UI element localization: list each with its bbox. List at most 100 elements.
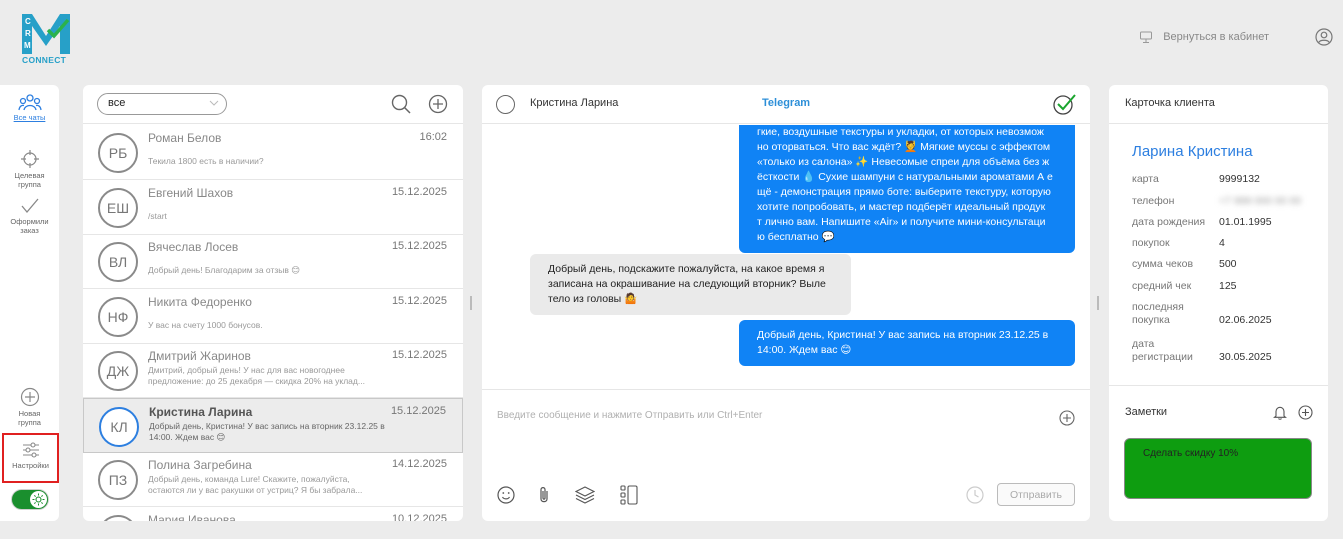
chat-filter-select[interactable]: все (97, 93, 227, 115)
theme-toggle[interactable] (11, 489, 49, 510)
chat-list-item[interactable]: ЕШ Евгений Шахов 15.12.2025/start (83, 180, 463, 235)
chat-preview: /start (148, 210, 167, 221)
chat-preview: Добрый день, Кристина! У вас запись на в… (149, 420, 385, 442)
client-field-value: 30.05.2025 (1219, 351, 1272, 363)
chat-list-item[interactable]: КЛ Кристина Ларина 15.12.2025 Добрый день, … (83, 397, 463, 453)
crosshair-icon (0, 149, 59, 169)
chat-list-item[interactable]: РБ Роман Белов 16:02 Текила 1800 есть в нал… (83, 125, 463, 180)
message-line: записана на окрашивание на следующий вто… (548, 278, 826, 290)
chat-list-item[interactable]: ВЛ Вячеслав Лосев 15.12.2025 Добрый день! Б… (83, 234, 463, 289)
sidebar-item-label: Настройки (12, 461, 49, 470)
brand-connect-text: CONNECT (22, 55, 67, 65)
checkmark-icon (0, 197, 59, 215)
conversation-panel: Кристина Ларина Telegram гкие, воздушные… (482, 85, 1090, 521)
select-conversation-radio[interactable] (496, 95, 515, 114)
message-line: ю бесплатно 💬 (757, 231, 835, 243)
chat-contact-name: Кристина Ларина (149, 404, 253, 419)
user-avatar-icon[interactable] (1315, 28, 1333, 46)
message-line: щё - демонстрация прямо боте: выберите т… (757, 186, 1051, 198)
resize-handle-left[interactable] (470, 296, 472, 310)
message-bubble-outgoing: гкие, воздушные текстуры и укладки, от к… (739, 125, 1075, 253)
client-card-title: Карточка клиента (1109, 85, 1328, 124)
messages-area: гкие, воздушные текстуры и укладки, от к… (482, 125, 1090, 390)
chat-contact-name: Евгений Шахов (148, 185, 234, 200)
notes-title: Заметки (1125, 406, 1168, 418)
send-button[interactable]: Отправить (997, 483, 1075, 506)
sidebar-item-label: Все чаты (13, 113, 46, 122)
avatar: МИ (98, 514, 138, 521)
client-card-panel: Карточка клиента Ларина Кристина карта 99… (1109, 85, 1328, 521)
chat-date: 15.12.2025 (391, 185, 447, 198)
chat-date: 15.12.2025 (391, 349, 447, 361)
message-line: Добрый день, подскажите пожалуйста, на к… (548, 263, 825, 275)
emoji-icon[interactable] (497, 486, 515, 504)
sidebar-item-orders[interactable]: Оформили заказ (0, 197, 59, 235)
chat-list-item[interactable]: НФ Никита Федоренко 15.12.2025 У вас на сче… (83, 289, 463, 344)
chat-contact-name: Вячеслав Лосев (148, 240, 239, 254)
chat-contact-name: Роман Белов (148, 131, 222, 145)
message-input[interactable]: Введите сообщение и нажмите Отправить ил… (497, 410, 762, 421)
avatar: НФ (98, 296, 138, 337)
chat-preview: Текила 1800 есть в наличии? (148, 156, 264, 166)
sidebar-item-settings[interactable]: Настройки (2, 433, 59, 483)
users-icon (0, 93, 59, 111)
bell-icon[interactable] (1273, 405, 1287, 420)
message-bubble-outgoing: Добрый день, Кристина! У вас запись на в… (739, 320, 1075, 366)
svg-text:M: M (24, 41, 31, 50)
sidebar-item-target-group[interactable]: Целевая группа (0, 149, 59, 189)
message-line: Добрый день, Кристина! У вас запись на в… (757, 329, 1049, 341)
chat-contact-name: Никита Федоренко (148, 294, 252, 309)
message-line: тело из головы 🤷 (548, 293, 638, 305)
svg-text:C: C (25, 17, 31, 26)
paperclip-icon[interactable] (538, 485, 550, 505)
resize-handle-right[interactable] (1097, 296, 1099, 310)
client-field-value: 9999132 (1219, 173, 1260, 185)
client-field-value: 4 (1219, 237, 1225, 249)
header-actions: Вернуться в кабинет (1139, 28, 1333, 46)
monitor-icon[interactable] (1139, 31, 1153, 44)
conversation-header: Кристина Ларина Telegram (482, 85, 1090, 124)
chat-list-item[interactable]: ДЖ Дмитрий Жаринов 15.12.2025 Дмитрий, добр… (83, 343, 463, 398)
sidebar-item-all-chats[interactable]: Все чаты (0, 93, 59, 122)
search-icon[interactable] (391, 94, 411, 114)
message-line: ёсткости 💧 Сухие шампуни с натуральными … (757, 171, 1053, 183)
message-line: т лично вам. Напишите «Air» и получите м… (757, 216, 1046, 228)
client-field-label: сумма чеков (1132, 258, 1194, 270)
client-field-label: последняя покупка (1132, 301, 1184, 326)
client-field-value: 125 (1219, 280, 1237, 292)
message-line: «только из салона» ✨ Невесомые спреи для… (757, 156, 1050, 168)
message-line: но оторваться. Что вас ждёт? 💆 Мягкие му… (757, 141, 1051, 153)
client-field-label: карта (1132, 173, 1159, 185)
templates-icon[interactable] (620, 485, 638, 505)
chat-preview: Добрый день, команда Lure! Скажите, пожа… (148, 474, 363, 495)
client-field-value: 01.01.1995 (1219, 216, 1272, 228)
sidebar-item-new-group[interactable]: Новая группа (0, 387, 59, 427)
sun-icon (30, 491, 47, 508)
divider (1109, 385, 1328, 386)
add-attachment-icon[interactable] (1059, 410, 1075, 426)
client-field-value: 500 (1219, 258, 1237, 270)
sidebar-item-label: Оформили заказ (10, 217, 49, 235)
message-text: Добрый день, подскажите пожалуйста, на к… (548, 262, 837, 307)
back-to-cabinet-link[interactable]: Вернуться в кабинет (1163, 31, 1269, 43)
sidebar-item-label: Целевая группа (14, 171, 45, 189)
add-chat-icon[interactable] (428, 94, 448, 114)
clock-icon[interactable] (966, 486, 984, 504)
client-field-label: дата регистрации (1132, 338, 1193, 363)
avatar: ПЗ (98, 460, 138, 500)
note-card[interactable]: Сделать скидку 10% (1124, 438, 1312, 499)
avatar: ЕШ (98, 187, 138, 228)
note-text: Сделать скидку 10% (1143, 448, 1239, 459)
chat-date: 15.12.2025 (391, 240, 447, 252)
plus-circle-icon (0, 387, 59, 407)
message-text: Добрый день, Кристина! У вас запись на в… (757, 328, 1061, 358)
chat-contact-name: Полина Загребина (148, 458, 252, 472)
check-circle-icon[interactable] (1052, 93, 1076, 115)
add-note-icon[interactable] (1298, 405, 1313, 420)
layers-icon[interactable] (575, 486, 595, 504)
chat-list-item[interactable]: ПЗ Полина Загребина 14.12.2025 Добрый день,… (83, 452, 463, 507)
chat-list-item[interactable]: МИ Мария Иванова 10.12.2025 (83, 507, 463, 521)
client-name: Ларина Кристина (1132, 143, 1253, 160)
chat-date: 15.12.2025 (390, 404, 446, 417)
client-field-label: телефон (1132, 195, 1175, 207)
